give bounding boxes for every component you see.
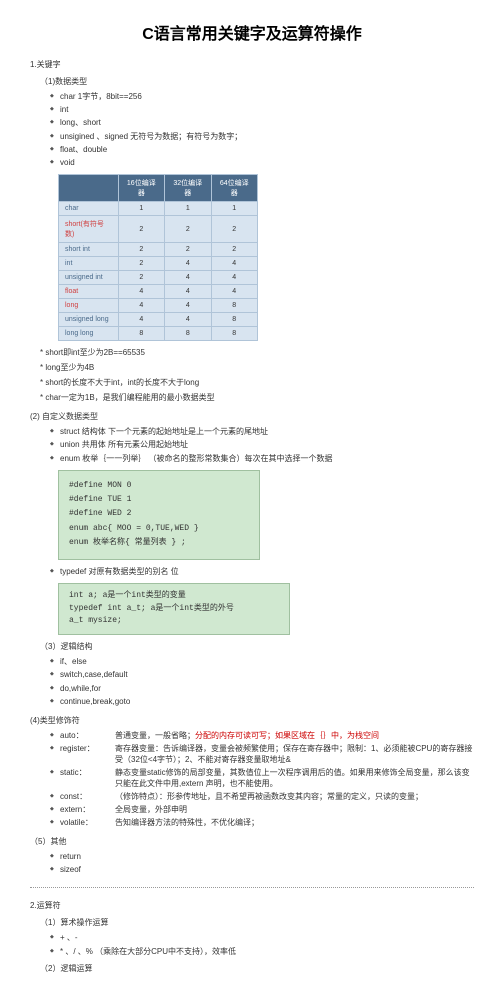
list-item: void [50,157,474,168]
datatype-size-table: 16位编译器 32位编译器 64位编译器 char111 short(有符号数)… [58,174,258,341]
basic-types-list: char 1字节，8bit==256 int long、short unsigi… [50,91,474,168]
list-item: unsigined 、signed 无符号为数据；有符号为数字； [50,131,474,142]
typedef-code-box: int a; a是一个int类型的变量 typedef int a_t; a是一… [58,583,290,635]
section-1-2: (2) 自定义数据类型 [30,411,474,422]
note: * short即int至少为2B==65535 [40,347,474,358]
list-item: typedef 对原有数据类型的别名 位 [50,566,474,577]
section-1-1: （1)数据类型 [40,76,474,87]
modifier-desc: 普通变量，一般省略；分配的内存可读可写；如果区域在｛｝中，为栈空间 [115,730,474,741]
list-item: char 1字节，8bit==256 [50,91,474,102]
list-item: continue,break,goto [50,696,474,707]
th: 16位编译器 [118,175,164,202]
arith-list: + 、- * 、/ 、% （乘除在大部分CPU中不支持），效率低 [50,932,474,956]
modifier-desc: （修饰特点）：形参传地址，且不希望再被函数改变其内容；常量的定义，只读的变量； [115,791,474,802]
section-1-5: （5）其他 [30,836,474,847]
list-item: union 共用体 所有元素公用起始地址 [50,439,474,450]
modifiers-list: auto：普通变量，一般省略；分配的内存可读可写；如果区域在｛｝中，为栈空间 r… [50,730,474,828]
custom-types-list: struct 结构体 下一个元素的起始地址是上一个元素的尾地址 union 共用… [50,426,474,464]
list-item: if、else [50,656,474,667]
modifier-desc: 告知编译器方法的特殊性，不优化编译； [115,817,474,828]
section-2: 2.运算符 [30,900,474,911]
list-item: long、short [50,117,474,128]
list-item: * 、/ 、% （乘除在大部分CPU中不支持），效率低 [50,946,474,957]
modifier-desc: 全局变量，外部申明 [115,804,474,815]
list-item: int [50,104,474,115]
list-item: struct 结构体 下一个元素的起始地址是上一个元素的尾地址 [50,426,474,437]
section-1-4: (4)类型修饰符 [30,715,474,726]
modifier-desc: 静态变量static修饰的局部变量，其数值位上一次程序调用后的值。如果用来修饰全… [115,767,474,789]
section-1-3: （3）逻辑结构 [40,641,474,652]
list-item: switch,case,default [50,669,474,680]
list-item: enum 枚举｛一一列举｝ （被命名的整形常数集合）每次在其中选择一个数据 [50,453,474,464]
section-1: 1.关键字 [30,59,474,70]
section-2-1: （1）算术操作运算 [40,917,474,928]
note: * char一定为1B，是我们编程能用的最小数据类型 [40,392,474,403]
list-item: + 、- [50,932,474,943]
other-list: return sizeof [50,851,474,875]
list-item: return [50,851,474,862]
typedef-list: typedef 对原有数据类型的别名 位 [50,566,474,577]
list-item: float、double [50,144,474,155]
th: 64位编译器 [211,175,257,202]
note: * short的长度不大于int，int的长度不大于long [40,377,474,388]
section-2-2: （2）逻辑运算 [40,963,474,974]
list-item: do,while,for [50,683,474,694]
modifier-desc: 寄存器变量：告诉编译器，变量会被频繁使用；保存在寄存器中；限制：1、必须能被CP… [115,743,474,765]
list-item: sizeof [50,864,474,875]
page-title: C语言常用关键字及运算符操作 [30,20,474,44]
logic-list: if、else switch,case,default do,while,for… [50,656,474,707]
th: 32位编译器 [165,175,211,202]
note: * long至少为4B [40,362,474,373]
th [59,175,119,202]
enum-code-box: #define MON 0 #define TUE 1 #define WED … [58,470,260,560]
divider [30,887,474,888]
